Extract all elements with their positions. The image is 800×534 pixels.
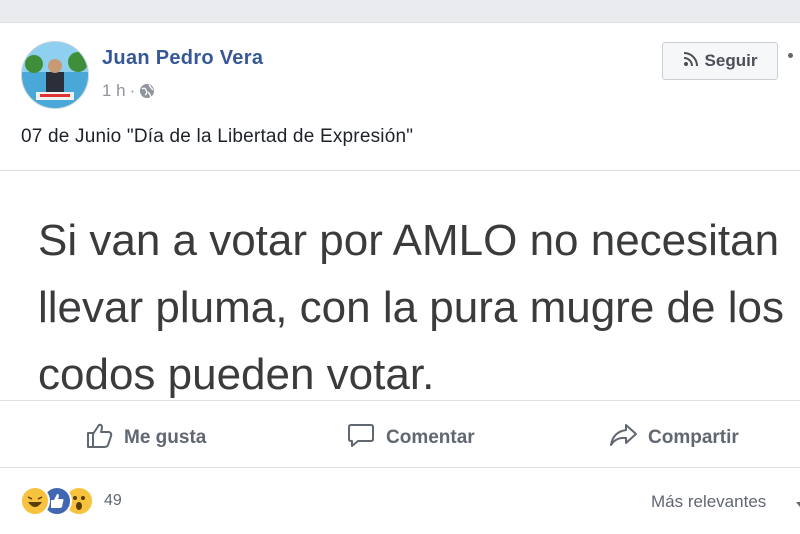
comment-button[interactable]: Comentar — [346, 408, 475, 468]
rss-icon — [683, 51, 699, 72]
post-text-line: Si van a votar por AMLO no necesitan — [38, 216, 780, 265]
more-options-icon[interactable] — [788, 53, 793, 58]
share-button[interactable]: Compartir — [608, 408, 739, 468]
share-icon — [608, 420, 638, 456]
follow-button[interactable]: Seguir — [662, 42, 778, 80]
sort-comments-link[interactable]: Más relevantes — [651, 492, 766, 512]
share-label: Compartir — [648, 427, 739, 448]
thumbs-up-icon — [84, 420, 114, 456]
divider — [0, 170, 800, 171]
post-timestamp[interactable]: 1 h — [102, 81, 126, 101]
action-bar: Me gusta Comentar Compartir — [0, 408, 800, 468]
chevron-down-icon[interactable] — [796, 502, 800, 507]
avatar[interactable] — [21, 41, 89, 109]
post-meta: 1 h · — [102, 81, 155, 101]
post-text-line: codos pueden votar. — [38, 350, 435, 399]
meta-separator: · — [129, 81, 136, 100]
post-caption: 07 de Junio "Día de la Libertad de Expre… — [21, 126, 414, 147]
divider — [0, 400, 800, 401]
reactions-summary[interactable]: 49 — [20, 486, 122, 516]
globe-icon — [139, 83, 155, 99]
post-card: Juan Pedro Vera 1 h · Seguir 07 de Junio… — [0, 22, 800, 534]
comment-icon — [346, 420, 376, 456]
divider — [0, 467, 800, 468]
reaction-count: 49 — [104, 492, 122, 509]
haha-icon — [20, 486, 50, 516]
author-name[interactable]: Juan Pedro Vera — [102, 47, 263, 70]
follow-label: Seguir — [704, 51, 758, 70]
post-text-line: llevar pluma, con la pura mugre de los — [38, 283, 784, 332]
like-button[interactable]: Me gusta — [84, 408, 206, 468]
post-image-text: Si van a votar por AMLO no necesitan lle… — [38, 207, 788, 408]
like-label: Me gusta — [124, 427, 207, 448]
comment-label: Comentar — [386, 427, 475, 448]
